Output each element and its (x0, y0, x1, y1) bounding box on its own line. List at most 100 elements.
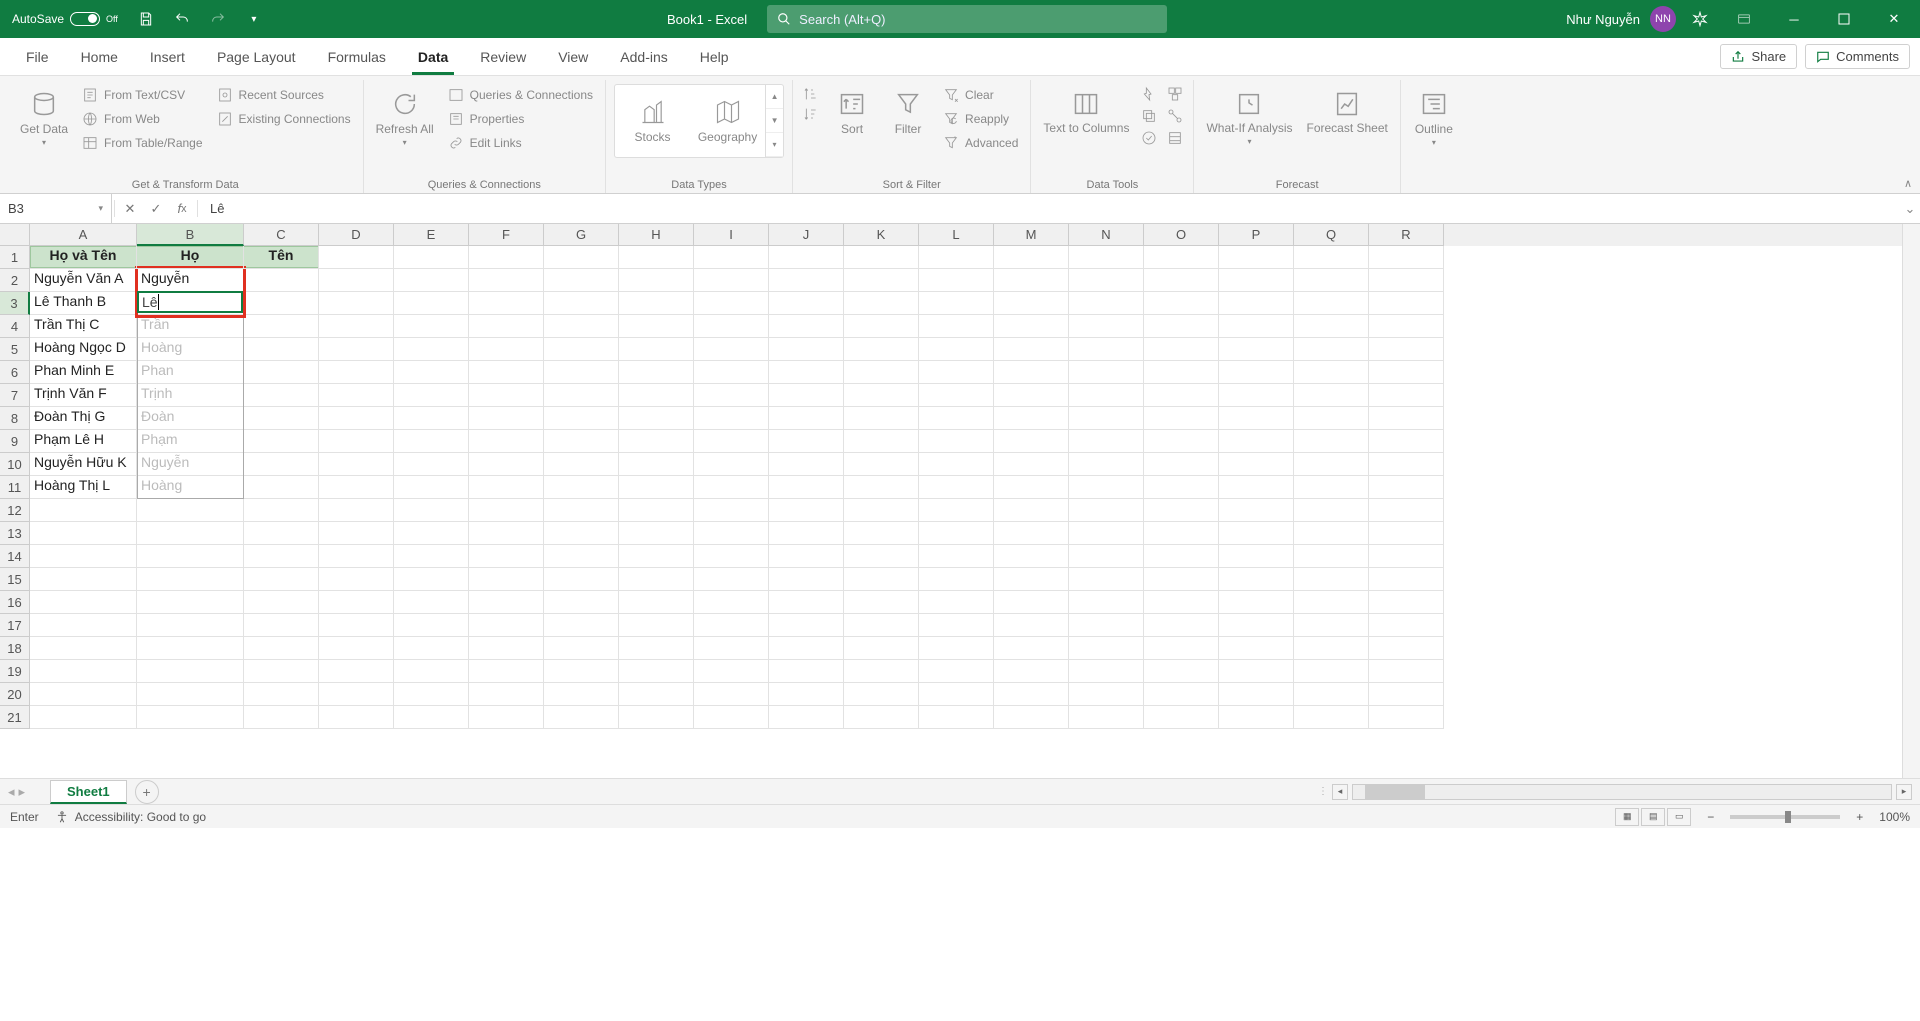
cell[interactable] (1369, 246, 1444, 269)
cell[interactable] (694, 315, 769, 338)
cell[interactable] (919, 683, 994, 706)
cell[interactable] (994, 246, 1069, 269)
cell[interactable] (544, 476, 619, 499)
cell[interactable] (619, 614, 694, 637)
cell[interactable] (244, 384, 319, 407)
row-header[interactable]: 15 (0, 568, 30, 591)
user-avatar[interactable]: NN (1650, 6, 1676, 32)
cell[interactable] (1219, 361, 1294, 384)
cell[interactable] (394, 453, 469, 476)
cell[interactable] (244, 614, 319, 637)
spreadsheet-grid[interactable]: ABCDEFGHIJKLMNOPQR 123456789101112131415… (0, 224, 1920, 778)
cell[interactable] (844, 361, 919, 384)
tab-insert[interactable]: Insert (134, 38, 201, 75)
column-header[interactable]: Q (1294, 224, 1369, 246)
row-header[interactable]: 12 (0, 499, 30, 522)
cell[interactable] (694, 430, 769, 453)
cell[interactable] (469, 499, 544, 522)
cell[interactable] (844, 522, 919, 545)
cell[interactable] (1294, 246, 1369, 269)
cell[interactable] (244, 660, 319, 683)
cell[interactable] (544, 706, 619, 729)
comments-button[interactable]: Comments (1805, 44, 1910, 69)
cell[interactable] (30, 683, 137, 706)
cell[interactable]: Đoàn (137, 407, 244, 430)
gallery-up-icon[interactable]: ▲ (766, 85, 783, 109)
cell[interactable] (319, 591, 394, 614)
cell[interactable] (619, 430, 694, 453)
cell[interactable] (1069, 591, 1144, 614)
cell[interactable] (469, 683, 544, 706)
cell[interactable] (30, 614, 137, 637)
cell[interactable] (694, 292, 769, 315)
cell[interactable] (1369, 361, 1444, 384)
cell[interactable] (769, 246, 844, 269)
row-header[interactable]: 17 (0, 614, 30, 637)
cell[interactable] (319, 614, 394, 637)
cell[interactable] (994, 292, 1069, 315)
cell[interactable] (994, 315, 1069, 338)
cell[interactable] (469, 246, 544, 269)
cell[interactable] (1369, 683, 1444, 706)
sheet-nav-prev-icon[interactable]: ◂ (8, 784, 15, 800)
cell[interactable] (394, 568, 469, 591)
cell[interactable] (1219, 545, 1294, 568)
cell[interactable] (1219, 453, 1294, 476)
expand-formula-bar-icon[interactable]: ⌄ (1900, 201, 1920, 217)
cell[interactable] (619, 453, 694, 476)
row-header[interactable]: 4 (0, 315, 30, 338)
cell[interactable] (619, 361, 694, 384)
cell[interactable] (694, 453, 769, 476)
cell[interactable] (1219, 683, 1294, 706)
cell[interactable] (919, 453, 994, 476)
cell[interactable] (1219, 269, 1294, 292)
cell[interactable] (994, 269, 1069, 292)
column-header[interactable]: G (544, 224, 619, 246)
queries-connections-button[interactable]: Queries & Connections (444, 84, 597, 106)
cell[interactable] (1219, 246, 1294, 269)
cell[interactable] (1369, 453, 1444, 476)
cell[interactable] (1144, 637, 1219, 660)
cell[interactable] (137, 614, 244, 637)
cell[interactable] (1144, 683, 1219, 706)
cell[interactable] (694, 660, 769, 683)
cell[interactable] (1369, 407, 1444, 430)
cell[interactable] (1219, 706, 1294, 729)
cell[interactable] (1069, 430, 1144, 453)
cell[interactable] (30, 637, 137, 660)
cell[interactable] (544, 269, 619, 292)
cell[interactable]: Nguyễn Văn A (30, 269, 137, 292)
cell[interactable] (694, 269, 769, 292)
cell[interactable] (769, 706, 844, 729)
cell[interactable] (244, 338, 319, 361)
cell[interactable]: Đoàn Thị G (30, 407, 137, 430)
from-table-button[interactable]: From Table/Range (78, 132, 207, 154)
filter-button[interactable]: Filter (883, 84, 933, 140)
cell[interactable] (694, 476, 769, 499)
cell[interactable] (1219, 338, 1294, 361)
advanced-filter-button[interactable]: Advanced (939, 132, 1022, 154)
cell[interactable] (919, 269, 994, 292)
cell[interactable] (994, 430, 1069, 453)
refresh-all-button[interactable]: Refresh All▾ (372, 84, 438, 151)
cell[interactable] (244, 430, 319, 453)
cell[interactable] (30, 545, 137, 568)
row-header[interactable]: 6 (0, 361, 30, 384)
cell[interactable] (844, 384, 919, 407)
cell[interactable]: Hoàng Ngọc D (30, 338, 137, 361)
cell[interactable] (994, 361, 1069, 384)
existing-connections-button[interactable]: Existing Connections (213, 108, 355, 130)
cell[interactable] (1144, 384, 1219, 407)
cell[interactable] (1219, 637, 1294, 660)
row-header[interactable]: 11 (0, 476, 30, 499)
cell[interactable] (1069, 683, 1144, 706)
cell[interactable] (1294, 545, 1369, 568)
cell[interactable] (469, 407, 544, 430)
cell[interactable]: Lê Thanh B (30, 292, 137, 315)
cell[interactable] (1294, 430, 1369, 453)
cell[interactable] (469, 338, 544, 361)
cell[interactable] (1294, 361, 1369, 384)
row-header[interactable]: 18 (0, 637, 30, 660)
column-header[interactable]: D (319, 224, 394, 246)
cell[interactable] (544, 568, 619, 591)
